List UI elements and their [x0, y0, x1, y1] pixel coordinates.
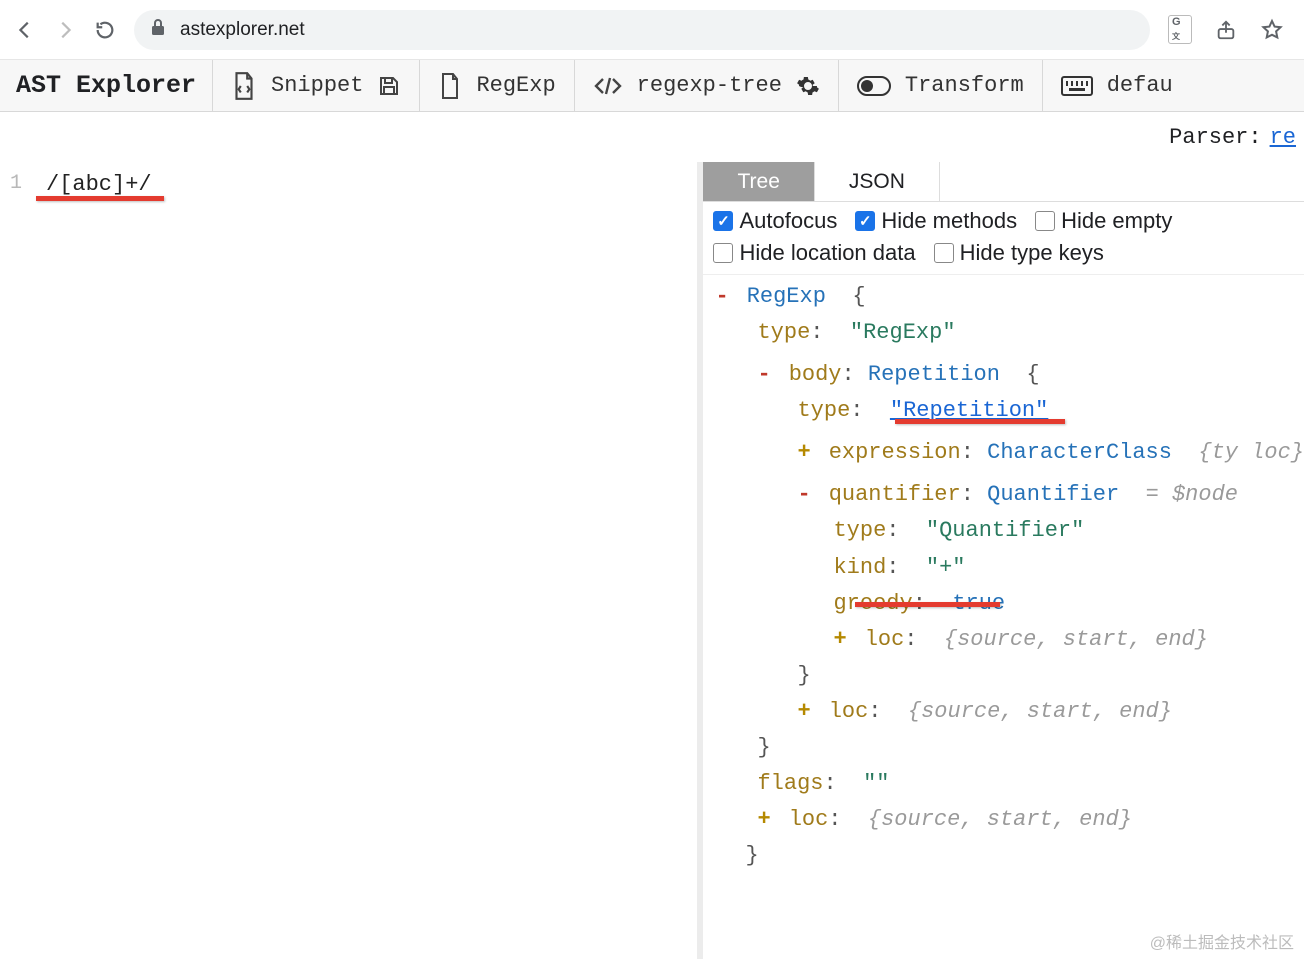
- app-logo[interactable]: AST Explorer: [0, 60, 212, 111]
- key-loc: loc: [829, 699, 869, 724]
- annotation-underline-3: [855, 602, 1000, 607]
- transform-button[interactable]: Transform: [838, 60, 1042, 111]
- code-editor[interactable]: 1 /[abc]+/: [0, 162, 703, 959]
- key-loc: loc: [789, 807, 829, 832]
- snippet-icon: [231, 71, 257, 101]
- collapse-toggle[interactable]: -: [715, 279, 733, 315]
- label-hide-empty: Hide empty: [1061, 208, 1172, 234]
- parser-label: regexp-tree: [637, 73, 782, 98]
- key-body: body: [789, 362, 842, 387]
- forward-button[interactable]: [54, 19, 76, 41]
- code-content: /[abc]+/: [46, 172, 152, 197]
- language-label: RegExp: [476, 73, 555, 98]
- parser-button[interactable]: regexp-tree: [574, 60, 838, 111]
- snippet-label: Snippet: [271, 73, 363, 98]
- val-kind: "+": [926, 555, 966, 580]
- parser-info-label: Parser:: [1169, 125, 1261, 150]
- reload-button[interactable]: [94, 19, 116, 41]
- translate-icon[interactable]: G文: [1168, 18, 1192, 42]
- lock-icon: [150, 18, 166, 41]
- checkbox-hide-type-keys[interactable]: [934, 243, 954, 263]
- keyboard-icon: [1061, 76, 1093, 96]
- val-flags: "": [863, 771, 889, 796]
- browser-actions: G文: [1168, 18, 1290, 42]
- transform-label: Transform: [905, 73, 1024, 98]
- browser-toolbar: astexplorer.net G文: [0, 0, 1304, 60]
- node-regexp[interactable]: RegExp: [747, 284, 826, 309]
- key-expression: expression: [829, 440, 961, 465]
- tab-tree[interactable]: Tree: [703, 162, 814, 201]
- tree-options: ✓ Autofocus ✓ Hide methods Hide empty Hide…: [703, 202, 1304, 275]
- key-kind: kind: [833, 555, 886, 580]
- file-icon: [438, 71, 462, 101]
- annotation-underline-1: [36, 196, 164, 201]
- summary-loc: {source, start, end}: [944, 627, 1208, 652]
- line-number: 1: [10, 172, 22, 195]
- expand-toggle[interactable]: +: [833, 622, 851, 658]
- key-type: type: [833, 518, 886, 543]
- checkbox-hide-methods[interactable]: ✓: [855, 211, 875, 231]
- expand-toggle[interactable]: +: [757, 802, 775, 838]
- val-regexp-type: "RegExp": [850, 320, 956, 345]
- quant-note: = $node: [1146, 482, 1238, 507]
- share-icon[interactable]: [1214, 18, 1238, 42]
- checkbox-autofocus[interactable]: ✓: [713, 211, 733, 231]
- expand-toggle[interactable]: +: [797, 435, 815, 471]
- output-tabs: Tree JSON: [703, 162, 1304, 202]
- code-icon: [593, 74, 623, 98]
- parser-info: Parser: re: [0, 112, 1304, 162]
- summary-loc: {source, start, end}: [908, 699, 1172, 724]
- key-quantifier: quantifier: [829, 482, 961, 507]
- expand-toggle[interactable]: +: [797, 694, 815, 730]
- node-repetition[interactable]: Repetition: [868, 362, 1000, 387]
- keymap-button[interactable]: defau: [1042, 60, 1191, 111]
- label-hide-location: Hide location data: [739, 240, 915, 266]
- key-flags: flags: [757, 771, 823, 796]
- back-button[interactable]: [14, 19, 36, 41]
- summary-loc: {source, start, end}: [868, 807, 1132, 832]
- summary-expr: {ty loc}: [1198, 440, 1304, 465]
- collapse-toggle[interactable]: -: [797, 477, 815, 513]
- label-hide-methods: Hide methods: [881, 208, 1017, 234]
- node-quantifier[interactable]: Quantifier: [987, 482, 1119, 507]
- key-loc: loc: [865, 627, 905, 652]
- key-type: type: [757, 320, 810, 345]
- address-bar[interactable]: astexplorer.net: [134, 10, 1150, 50]
- url-text: astexplorer.net: [180, 19, 305, 41]
- gear-icon[interactable]: [796, 74, 820, 98]
- app-toolbar: AST Explorer Snippet RegExp regexp-tree …: [0, 60, 1304, 112]
- checkbox-hide-location[interactable]: [713, 243, 733, 263]
- key-type: type: [797, 398, 850, 423]
- toggle-icon: [857, 76, 891, 96]
- tab-json[interactable]: JSON: [815, 162, 940, 201]
- parser-info-link[interactable]: re: [1270, 125, 1296, 150]
- checkbox-hide-empty[interactable]: [1035, 211, 1055, 231]
- ast-tree: - RegExp { type: "RegExp" - body: Repeti…: [703, 275, 1304, 894]
- star-icon[interactable]: [1260, 18, 1284, 42]
- language-button[interactable]: RegExp: [419, 60, 573, 111]
- watermark: @稀土掘金技术社区: [1150, 929, 1294, 953]
- output-panel: Tree JSON ✓ Autofocus ✓ Hide methods Hide …: [703, 162, 1304, 959]
- annotation-underline-2: [895, 419, 1065, 424]
- collapse-toggle[interactable]: -: [757, 357, 775, 393]
- main-split: 1 /[abc]+/ Tree JSON ✓ Autofocus ✓ Hide me…: [0, 162, 1304, 959]
- label-hide-type-keys: Hide type keys: [960, 240, 1104, 266]
- val-quant-type: "Quantifier": [926, 518, 1084, 543]
- snippet-button[interactable]: Snippet: [212, 60, 419, 111]
- keymap-label: defau: [1107, 73, 1173, 98]
- label-autofocus: Autofocus: [739, 208, 837, 234]
- node-characterclass[interactable]: CharacterClass: [987, 440, 1172, 465]
- save-icon[interactable]: [377, 74, 401, 98]
